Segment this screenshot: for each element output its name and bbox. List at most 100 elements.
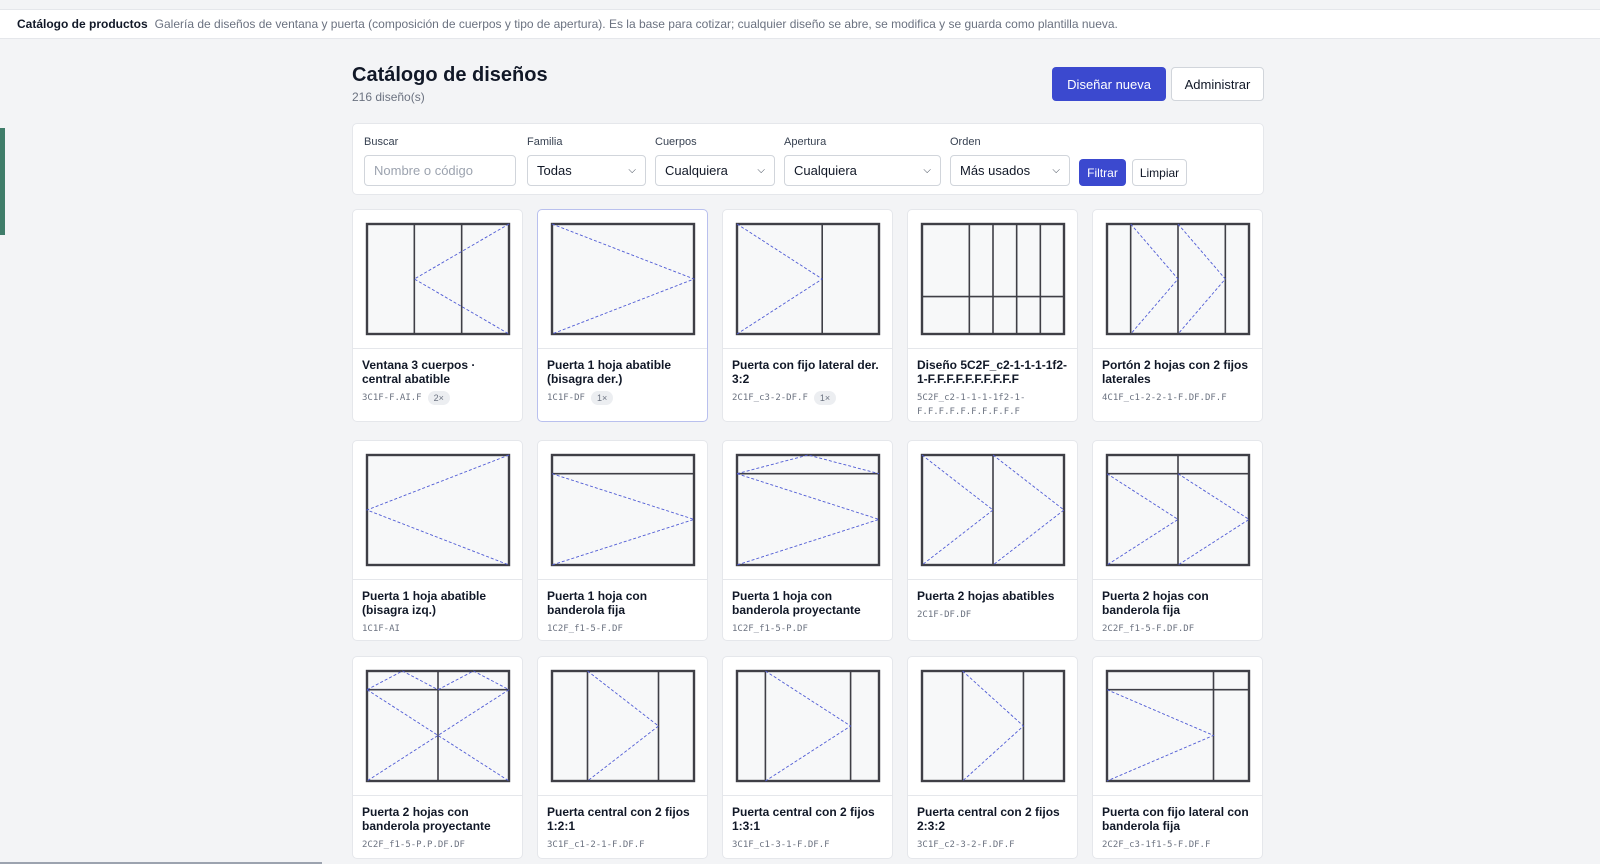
design-thumbnail (1093, 441, 1262, 580)
design-meta: 1C2F_f1-5-F.DF (538, 617, 707, 636)
app-title: Catálogo de productos (17, 17, 148, 31)
design-code: 1C1F-DF (547, 393, 585, 403)
design-card[interactable]: Puerta con fijo lateral der. 3:2 2C1F_c3-… (722, 209, 893, 422)
design-code: 2C2F_c3-1f1-5-F.DF.F (1102, 840, 1211, 850)
design-name: Diseño 5C2F_c2-1-1-1-1f2-1-F.F.F.F.F.F.F… (917, 358, 1068, 386)
design-code: 1C2F_f1-5-F.DF (547, 624, 623, 634)
design-card[interactable]: Puerta 2 hojas con banderola proyectante… (352, 656, 523, 859)
design-meta: 2C2F_f1-5-F.DF.DF (1093, 617, 1262, 636)
chevron-down-icon: ⌵ (1052, 165, 1060, 176)
design-thumbnail (723, 210, 892, 349)
design-code: 3C1F_c2-3-2-F.DF.F (917, 840, 1015, 850)
design-meta: 3C1F_c1-2-1-F.DF.F (538, 833, 707, 852)
design-thumbnail (353, 210, 522, 349)
design-card[interactable]: Portón 2 hojas con 2 fijos laterales 4C1F… (1092, 209, 1263, 422)
design-thumbnail (908, 210, 1077, 349)
design-card[interactable]: Puerta 1 hoja abatible (bisagra izq.) 1C1… (352, 440, 523, 641)
design-card[interactable]: Puerta 1 hoja con banderola fija 1C2F_f1-… (537, 440, 708, 641)
design-thumbnail (1093, 657, 1262, 796)
design-name: Puerta 1 hoja con banderola fija (547, 589, 648, 617)
chevron-down-icon: ⌵ (923, 165, 931, 176)
design-meta: 2C1F-DF.DF (908, 603, 1077, 622)
design-code: 2C2F_f1-5-F.DF.DF (1102, 624, 1195, 634)
design-code: 5C2F_c2-1-1-1-1f2-1-F.F.F.F.F.F.F.F.F.F (917, 393, 1026, 417)
design-name: Ventana 3 cuerpos · central abatible (362, 358, 476, 386)
clear-button[interactable]: Limpiar (1132, 159, 1187, 186)
design-code: 2C2F_f1-5-P.P.DF.DF (362, 840, 465, 850)
design-meta: 4C1F_c1-2-2-1-F.DF.DF.F (1093, 386, 1262, 405)
design-card[interactable]: Diseño 5C2F_c2-1-1-1-1f2-1-F.F.F.F.F.F.F… (907, 209, 1078, 422)
design-card[interactable]: Puerta central con 2 fijos 1:3:1 3C1F_c1-… (722, 656, 893, 859)
design-meta: 2C2F_f1-5-P.P.DF.DF (353, 833, 522, 852)
design-card[interactable]: Puerta 1 hoja con banderola proyectante 1… (722, 440, 893, 641)
design-thumbnail (908, 657, 1077, 796)
design-name: Puerta con fijo lateral der. 3:2 (732, 358, 879, 386)
design-card[interactable]: Puerta 2 hojas con banderola fija 2C2F_f1… (1092, 440, 1263, 641)
family-value: Todas (537, 163, 572, 178)
filter-button[interactable]: Filtrar (1079, 159, 1126, 186)
page-header: Catálogo de diseños 216 diseño(s) Diseña… (352, 62, 1264, 112)
chevron-down-icon: ⌵ (757, 165, 765, 176)
design-thumbnail (353, 441, 522, 580)
usage-badge: 2× (427, 391, 450, 405)
app-description: Galería de diseños de ventana y puerta (… (154, 17, 1118, 31)
design-name: Puerta 1 hoja abatible (bisagra izq.) (362, 589, 487, 617)
design-thumbnail (723, 657, 892, 796)
family-group: Familia Todas ⌵ (527, 136, 646, 186)
search-group: Buscar (364, 136, 516, 186)
left-edge-marker (0, 128, 5, 235)
opening-value: Cualquiera (794, 163, 857, 178)
design-meta: 3C1F_c2-3-2-F.DF.F (908, 833, 1077, 852)
opening-select[interactable]: Cualquiera ⌵ (784, 155, 941, 186)
order-label: Orden (950, 136, 981, 148)
design-card[interactable]: Ventana 3 cuerpos · central abatible 3C1F… (352, 209, 523, 422)
filter-panel: Buscar Familia Todas ⌵ Cuerpos Cualquier… (352, 123, 1264, 195)
design-code: 2C1F_c3-2-DF.F (732, 393, 808, 403)
bodies-value: Cualquiera (665, 163, 728, 178)
opening-label: Apertura (784, 136, 827, 148)
design-thumbnail (908, 441, 1077, 580)
design-name: Puerta 2 hojas con banderola proyectante (362, 805, 491, 833)
order-group: Orden Más usados ⌵ (950, 136, 1070, 186)
design-code: 1C2F_f1-5-P.DF (732, 624, 808, 634)
design-name: Puerta 2 hojas abatibles (917, 589, 1055, 603)
design-meta: 2C1F_c3-2-DF.F 1× (723, 386, 892, 405)
design-thumbnail (723, 441, 892, 580)
new-design-button[interactable]: Diseñar nueva (1052, 67, 1166, 101)
design-name: Puerta con fijo lateral con banderola fi… (1102, 805, 1249, 833)
top-info-bar: Catálogo de productos Galería de diseños… (0, 9, 1600, 39)
design-code: 3C1F_c1-3-1-F.DF.F (732, 840, 830, 850)
search-label: Buscar (364, 136, 399, 148)
admin-button[interactable]: Administrar (1171, 67, 1264, 101)
family-select[interactable]: Todas ⌵ (527, 155, 646, 186)
design-meta: 1C1F-AI (353, 617, 522, 636)
design-name: Puerta 1 hoja abatible (bisagra der.) (547, 358, 672, 386)
usage-badge: 1× (813, 391, 837, 405)
chevron-down-icon: ⌵ (628, 165, 636, 176)
design-card[interactable]: Puerta 2 hojas abatibles 2C1F-DF.DF (907, 440, 1078, 641)
design-meta: 3C1F_c1-3-1-F.DF.F (723, 833, 892, 852)
design-name: Puerta 1 hoja con banderola proyectante (732, 589, 861, 617)
bodies-select[interactable]: Cualquiera ⌵ (655, 155, 775, 186)
order-select[interactable]: Más usados ⌵ (950, 155, 1070, 186)
design-code: 3C1F_c1-2-1-F.DF.F (547, 840, 645, 850)
design-name: Puerta central con 2 fijos 2:3:2 (917, 805, 1060, 833)
design-meta: 1C2F_f1-5-P.DF (723, 617, 892, 636)
usage-badge: 1× (590, 391, 614, 405)
design-card[interactable]: Puerta central con 2 fijos 1:2:1 3C1F_c1-… (537, 656, 708, 859)
design-meta: 2C2F_c3-1f1-5-F.DF.F (1093, 833, 1262, 852)
design-card[interactable]: Puerta central con 2 fijos 2:3:2 3C1F_c2-… (907, 656, 1078, 859)
order-value: Más usados (960, 163, 1031, 178)
design-name: Portón 2 hojas con 2 fijos laterales (1102, 358, 1249, 386)
design-code: 1C1F-AI (362, 624, 400, 634)
bodies-group: Cuerpos Cualquiera ⌵ (655, 136, 775, 186)
design-thumbnail (538, 657, 707, 796)
design-card[interactable]: Puerta con fijo lateral con banderola fi… (1092, 656, 1263, 859)
design-card[interactable]: Puerta 1 hoja abatible (bisagra der.) 1C1… (537, 209, 708, 422)
design-code: 4C1F_c1-2-2-1-F.DF.DF.F (1102, 393, 1227, 403)
search-input[interactable] (364, 155, 516, 186)
design-thumbnail (1093, 210, 1262, 349)
design-code: 2C1F-DF.DF (917, 610, 972, 620)
bodies-label: Cuerpos (655, 136, 697, 148)
design-code: 3C1F-F.AI.F (362, 393, 422, 403)
